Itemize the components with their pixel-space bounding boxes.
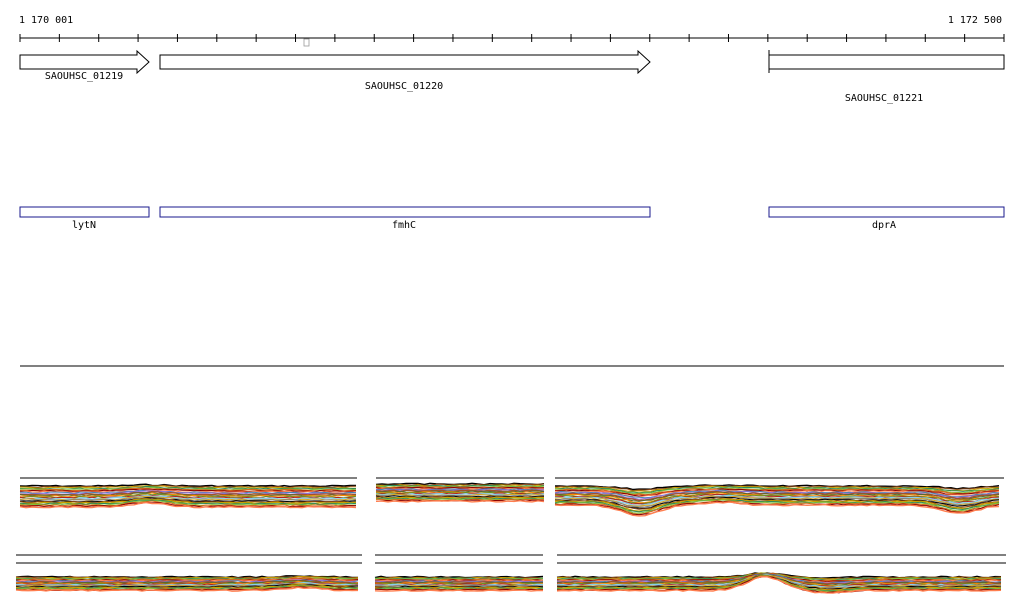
gene-box[interactable]: [19, 206, 150, 218]
gene-feature-lytN[interactable]: lytN: [19, 206, 150, 231]
locus-feature-2[interactable]: SAOUHSC_01220: [159, 49, 651, 92]
locus-label: SAOUHSC_01220: [365, 81, 443, 92]
gene-label: dprA: [872, 220, 896, 231]
gene-box[interactable]: [768, 206, 1005, 218]
locus-arrow[interactable]: [159, 49, 651, 75]
coverage-tracks: [15, 477, 1006, 594]
coverage-line: [374, 589, 543, 592]
genome-viewer: 1 170 001 1 172 500 SAOUHSC_01219 SAOUHS…: [15, 15, 1006, 594]
coverage-panel: [556, 554, 1006, 594]
locus-label: SAOUHSC_01219: [45, 71, 123, 82]
gene-feature-dprA[interactable]: dprA: [768, 206, 1005, 231]
ruler-end-label: 1 172 500: [948, 15, 1002, 26]
locus-feature-1[interactable]: SAOUHSC_01219: [19, 49, 150, 82]
locus-feature-3[interactable]: SAOUHSC_01221: [768, 50, 1005, 104]
gene-box[interactable]: [159, 206, 651, 218]
coverage-panel: [374, 554, 544, 592]
coverage-panel: [554, 477, 1004, 517]
gene-label: lytN: [72, 220, 96, 231]
locus-label: SAOUHSC_01221: [845, 93, 923, 104]
ruler-start-label: 1 170 001: [19, 15, 73, 26]
gene-track: lytN fmhC dprA: [19, 206, 1005, 231]
coverage-panel: [15, 554, 362, 592]
ruler-position-marker[interactable]: [303, 38, 310, 47]
locus-track: SAOUHSC_01219 SAOUHSC_01220 SAOUHSC_0122…: [19, 49, 1005, 104]
coordinate-ruler: 1 170 001 1 172 500: [19, 15, 1005, 47]
coverage-panel: [375, 477, 545, 503]
gene-label: fmhC: [392, 220, 416, 231]
coverage-panel: [19, 477, 357, 509]
gene-feature-fmhC[interactable]: fmhC: [159, 206, 651, 231]
locus-arrow[interactable]: [19, 49, 150, 75]
